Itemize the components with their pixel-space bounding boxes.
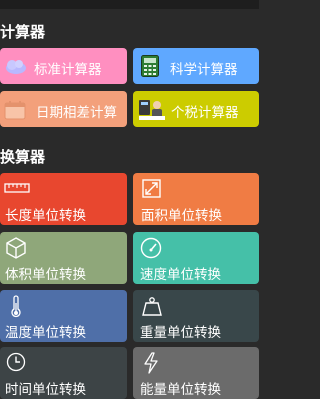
tile-income-tax-calculator[interactable]: 个税计算器 bbox=[133, 91, 259, 127]
tile-length-converter[interactable]: 长度单位转换 bbox=[0, 173, 127, 225]
tile-length-converter-label: 长度单位转换 bbox=[5, 208, 86, 224]
status-bar bbox=[0, 0, 259, 9]
calculator-icon bbox=[141, 55, 159, 77]
lightning-icon bbox=[144, 352, 158, 374]
tile-time-converter[interactable]: 时间单位转换 bbox=[0, 347, 127, 399]
tile-volume-converter-label: 体积单位转换 bbox=[5, 267, 86, 283]
tile-volume-converter[interactable]: 体积单位转换 bbox=[0, 232, 127, 284]
tile-date-difference-label: 日期相差计算 bbox=[36, 105, 117, 121]
tile-weight-converter-label: 重量单位转换 bbox=[140, 325, 221, 341]
tile-area-converter-label: 面积单位转换 bbox=[141, 208, 222, 224]
weight-icon bbox=[142, 297, 162, 316]
tile-date-difference[interactable]: 日期相差计算 bbox=[0, 91, 127, 127]
area-icon bbox=[142, 179, 161, 198]
tile-weight-converter[interactable]: 重量单位转换 bbox=[133, 290, 259, 342]
speedometer-icon bbox=[140, 237, 162, 259]
tile-standard-calculator[interactable]: 标准计算器 bbox=[0, 48, 127, 84]
clock-icon bbox=[6, 352, 26, 372]
tile-time-converter-label: 时间单位转换 bbox=[5, 382, 86, 398]
tile-temperature-converter[interactable]: 温度单位转换 bbox=[0, 290, 127, 342]
tile-area-converter[interactable]: 面积单位转换 bbox=[133, 173, 259, 225]
tile-energy-converter-label: 能量单位转换 bbox=[140, 382, 221, 398]
cube-icon bbox=[6, 237, 26, 259]
tile-scientific-calculator[interactable]: 科学计算器 bbox=[133, 48, 259, 84]
tile-income-tax-calculator-label: 个税计算器 bbox=[171, 105, 239, 121]
tile-scientific-calculator-label: 科学计算器 bbox=[170, 62, 238, 78]
calculator-cloud-icon bbox=[6, 60, 26, 74]
tile-temperature-converter-label: 温度单位转换 bbox=[5, 325, 86, 341]
calculators-section-title: 计算器 bbox=[0, 23, 46, 41]
thermometer-icon bbox=[11, 295, 21, 318]
tile-standard-calculator-label: 标准计算器 bbox=[34, 62, 102, 78]
tile-speed-converter[interactable]: 速度单位转换 bbox=[133, 232, 259, 284]
tile-speed-converter-label: 速度单位转换 bbox=[140, 267, 221, 283]
converters-section-title: 换算器 bbox=[0, 148, 46, 166]
calendar-icon bbox=[4, 101, 26, 120]
ruler-icon bbox=[4, 183, 30, 193]
tax-icon bbox=[139, 100, 165, 120]
tile-energy-converter[interactable]: 能量单位转换 bbox=[133, 347, 259, 399]
